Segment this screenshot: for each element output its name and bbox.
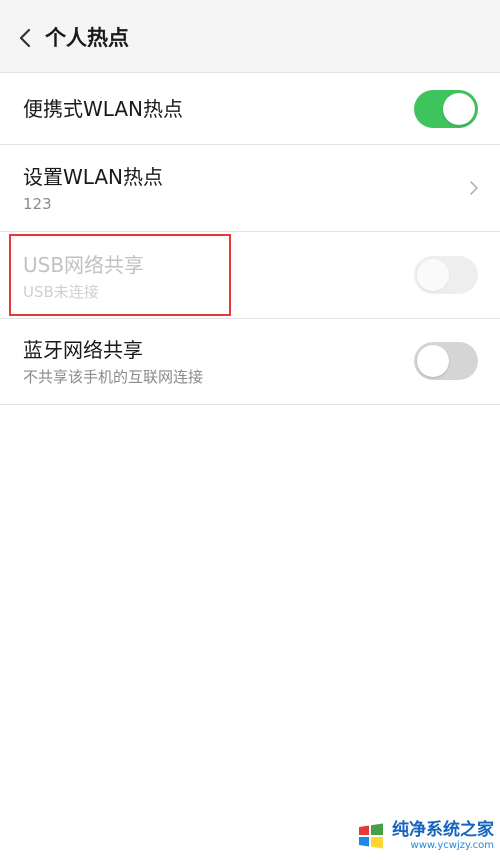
app-header: 个人热点 (0, 0, 500, 73)
windows-logo-icon (359, 823, 383, 849)
row-title: 设置WLAN热点 (23, 165, 164, 189)
page-title: 个人热点 (45, 26, 129, 50)
toggle-knob (417, 345, 449, 377)
row-subtitle: 123 (23, 195, 52, 213)
watermark-text: 纯净系统之家 www.ycwjzy.com (392, 820, 494, 852)
watermark-title: 纯净系统之家 (392, 820, 494, 840)
chevron-right-icon (470, 181, 478, 195)
portable-hotspot-toggle[interactable] (414, 90, 478, 128)
site-watermark: 纯净系统之家 www.ycwjzy.com (356, 820, 494, 852)
settings-screen: 个人热点 便携式WLAN热点 设置WLAN热点 123 USB网络共享 USB未… (0, 0, 500, 860)
back-button[interactable] (12, 22, 40, 54)
settings-row-usb-tethering: USB网络共享 USB未连接 (0, 232, 500, 319)
toggle-knob (417, 259, 449, 291)
settings-row-bluetooth-tethering[interactable]: 蓝牙网络共享 不共享该手机的互联网连接 (0, 319, 500, 405)
settings-row-portable-hotspot[interactable]: 便携式WLAN热点 (0, 73, 500, 145)
watermark-url: www.ycwjzy.com (410, 840, 494, 851)
settings-row-configure-hotspot[interactable]: 设置WLAN热点 123 (0, 145, 500, 232)
usb-tethering-toggle (414, 256, 478, 294)
row-title: 蓝牙网络共享 (23, 338, 143, 362)
row-subtitle: 不共享该手机的互联网连接 (23, 368, 204, 386)
chevron-left-icon (19, 28, 31, 48)
toggle-knob (443, 93, 475, 125)
row-title: 便携式WLAN热点 (23, 97, 184, 121)
row-title: USB网络共享 (23, 253, 145, 277)
bluetooth-tethering-toggle[interactable] (414, 342, 478, 380)
row-subtitle: USB未连接 (23, 283, 99, 301)
